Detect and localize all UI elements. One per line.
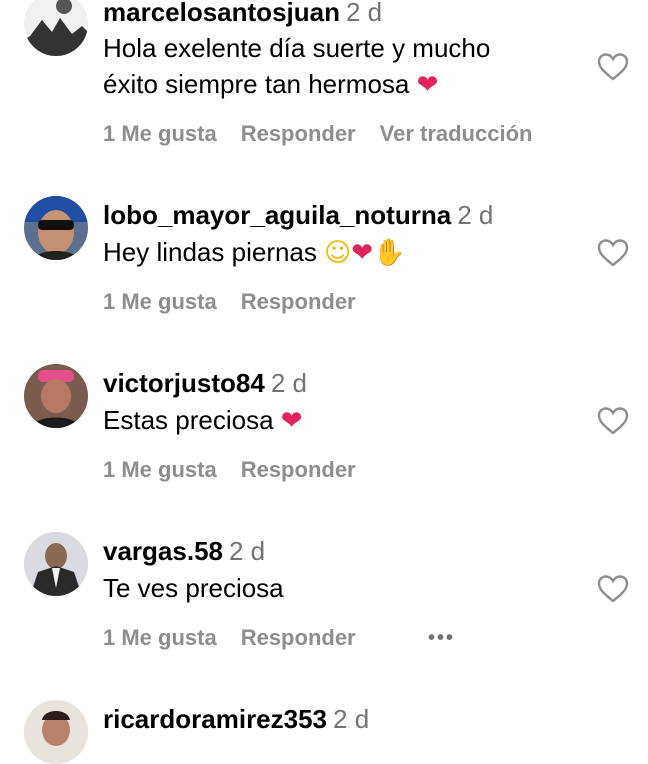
likes-count[interactable]: 1 Me gusta: [103, 288, 217, 316]
comment-actions: 1 Me gusta Responder Ver traducción: [103, 120, 556, 148]
timestamp[interactable]: 2 d: [333, 704, 369, 734]
comment-text-line: éxito siempre tan hermosa ❤: [103, 69, 439, 100]
timestamp[interactable]: 2 d: [271, 368, 307, 398]
avatar[interactable]: [24, 700, 88, 764]
heart-outline-icon[interactable]: [597, 406, 629, 436]
comment-text: Hola exelente día suerte y mucho éxito s…: [103, 30, 490, 103]
timestamp[interactable]: 2 d: [346, 0, 382, 27]
heart-outline-icon[interactable]: [597, 574, 629, 604]
red-heart-emoji: ❤: [280, 406, 303, 436]
username[interactable]: victorjusto84: [103, 368, 265, 398]
avatar-image: [24, 196, 88, 260]
avatar-image: [24, 364, 88, 428]
avatar[interactable]: [24, 364, 88, 428]
username[interactable]: lobo_mayor_aguila_noturna: [103, 200, 451, 230]
timestamp[interactable]: 2 d: [229, 536, 265, 566]
heart-eyes-emoji: ☺: [324, 238, 352, 268]
comment-item: marcelosantosjuan 2 d Hola exelente día s…: [0, 0, 648, 180]
raising-hands-emoji: ✋: [373, 238, 406, 268]
comment-actions: 1 Me gusta Responder: [103, 288, 380, 316]
likes-count[interactable]: 1 Me gusta: [103, 120, 217, 148]
comment-header: vargas.58 2 d: [103, 536, 265, 566]
comment-item: vargas.58 2 d Te ves preciosa 1 Me gusta R…: [0, 532, 648, 682]
heart-outline-icon[interactable]: [597, 52, 629, 82]
avatar-image: [24, 532, 88, 596]
reply-button[interactable]: Responder: [241, 456, 356, 484]
reply-button[interactable]: Responder: [241, 120, 356, 148]
red-heart-emoji: ❤: [416, 70, 439, 100]
comment-item: victorjusto84 2 d Estas preciosa ❤ 1 Me g…: [0, 364, 648, 514]
comment-header: marcelosantosjuan 2 d: [103, 0, 382, 27]
reply-button[interactable]: Responder: [241, 288, 356, 316]
comment-actions: 1 Me gusta Responder: [103, 456, 380, 484]
username[interactable]: ricardoramirez353: [103, 704, 327, 734]
more-options-icon[interactable]: •••: [428, 628, 455, 648]
comment-text: Estas preciosa ❤: [103, 405, 303, 436]
heart-outline-icon[interactable]: [597, 238, 629, 268]
comment-item: lobo_mayor_aguila_noturna 2 d Hey lindas …: [0, 196, 648, 346]
red-heart-emoji: ❤: [351, 238, 374, 268]
likes-count[interactable]: 1 Me gusta: [103, 456, 217, 484]
comment-header: ricardoramirez353 2 d: [103, 704, 369, 734]
comment-text-line: Hola exelente día suerte y mucho: [103, 33, 491, 63]
comment-item: ricardoramirez353 2 d: [0, 700, 648, 764]
comment-header: lobo_mayor_aguila_noturna 2 d: [103, 200, 493, 230]
avatar-image: [24, 0, 88, 56]
timestamp[interactable]: 2 d: [457, 200, 493, 230]
username[interactable]: marcelosantosjuan: [103, 0, 340, 27]
username[interactable]: vargas.58: [103, 536, 223, 566]
comment-header: victorjusto84 2 d: [103, 368, 307, 398]
reply-button[interactable]: Responder: [241, 624, 356, 652]
avatar[interactable]: [24, 0, 88, 56]
avatar[interactable]: [24, 532, 88, 596]
avatar[interactable]: [24, 196, 88, 260]
avatar-image: [24, 700, 88, 764]
see-translation-button[interactable]: Ver traducción: [380, 120, 533, 148]
likes-count[interactable]: 1 Me gusta: [103, 624, 217, 652]
comment-actions: 1 Me gusta Responder: [103, 624, 380, 652]
comment-text: Hey lindas piernas ☺❤✋: [103, 237, 406, 268]
comment-text: Te ves preciosa: [103, 573, 284, 603]
